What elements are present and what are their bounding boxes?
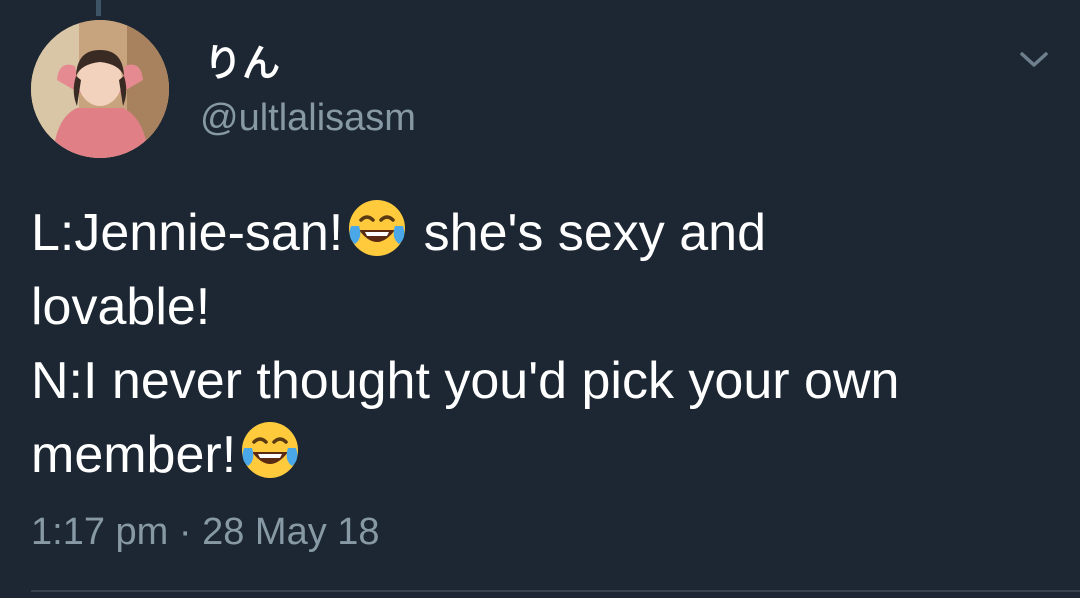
face-with-tears-of-joy-icon (349, 200, 406, 256)
tweet-text-line: L:Jennie-san! she's sexy and (31, 196, 1051, 270)
face-with-tears-of-joy-icon (242, 422, 299, 478)
thread-connector-line (96, 0, 101, 16)
tweet-timestamp[interactable]: 1:17 pm · 28 May 18 (31, 511, 380, 554)
tweet-text-segment: she's sexy and (409, 204, 766, 262)
divider (31, 590, 1080, 592)
avatar-photo (31, 20, 169, 158)
author-handle[interactable]: @ultlalisasm (200, 97, 416, 140)
tweet-date: 28 May 18 (202, 511, 380, 553)
tweet-text-segment: lovable! (31, 278, 211, 336)
tweet-text: L:Jennie-san! she's sexy and lovable! N:… (31, 196, 1051, 492)
tweet-text-line: N:I never thought you'd pick your own (31, 344, 1051, 418)
author-display-name[interactable]: りん (204, 44, 280, 82)
tweet-text-segment: member! (31, 426, 237, 484)
tweet-time: 1:17 pm (31, 511, 169, 553)
timestamp-separator: · (178, 511, 192, 553)
tweet-text-line: member! (31, 418, 1051, 492)
tweet-text-segment: L:Jennie-san! (31, 204, 344, 262)
chevron-down-icon[interactable] (1016, 44, 1052, 74)
tweet-text-segment: N:I never thought you'd pick your own (31, 352, 900, 410)
avatar[interactable] (31, 20, 169, 158)
tweet-text-line: lovable! (31, 270, 1051, 344)
